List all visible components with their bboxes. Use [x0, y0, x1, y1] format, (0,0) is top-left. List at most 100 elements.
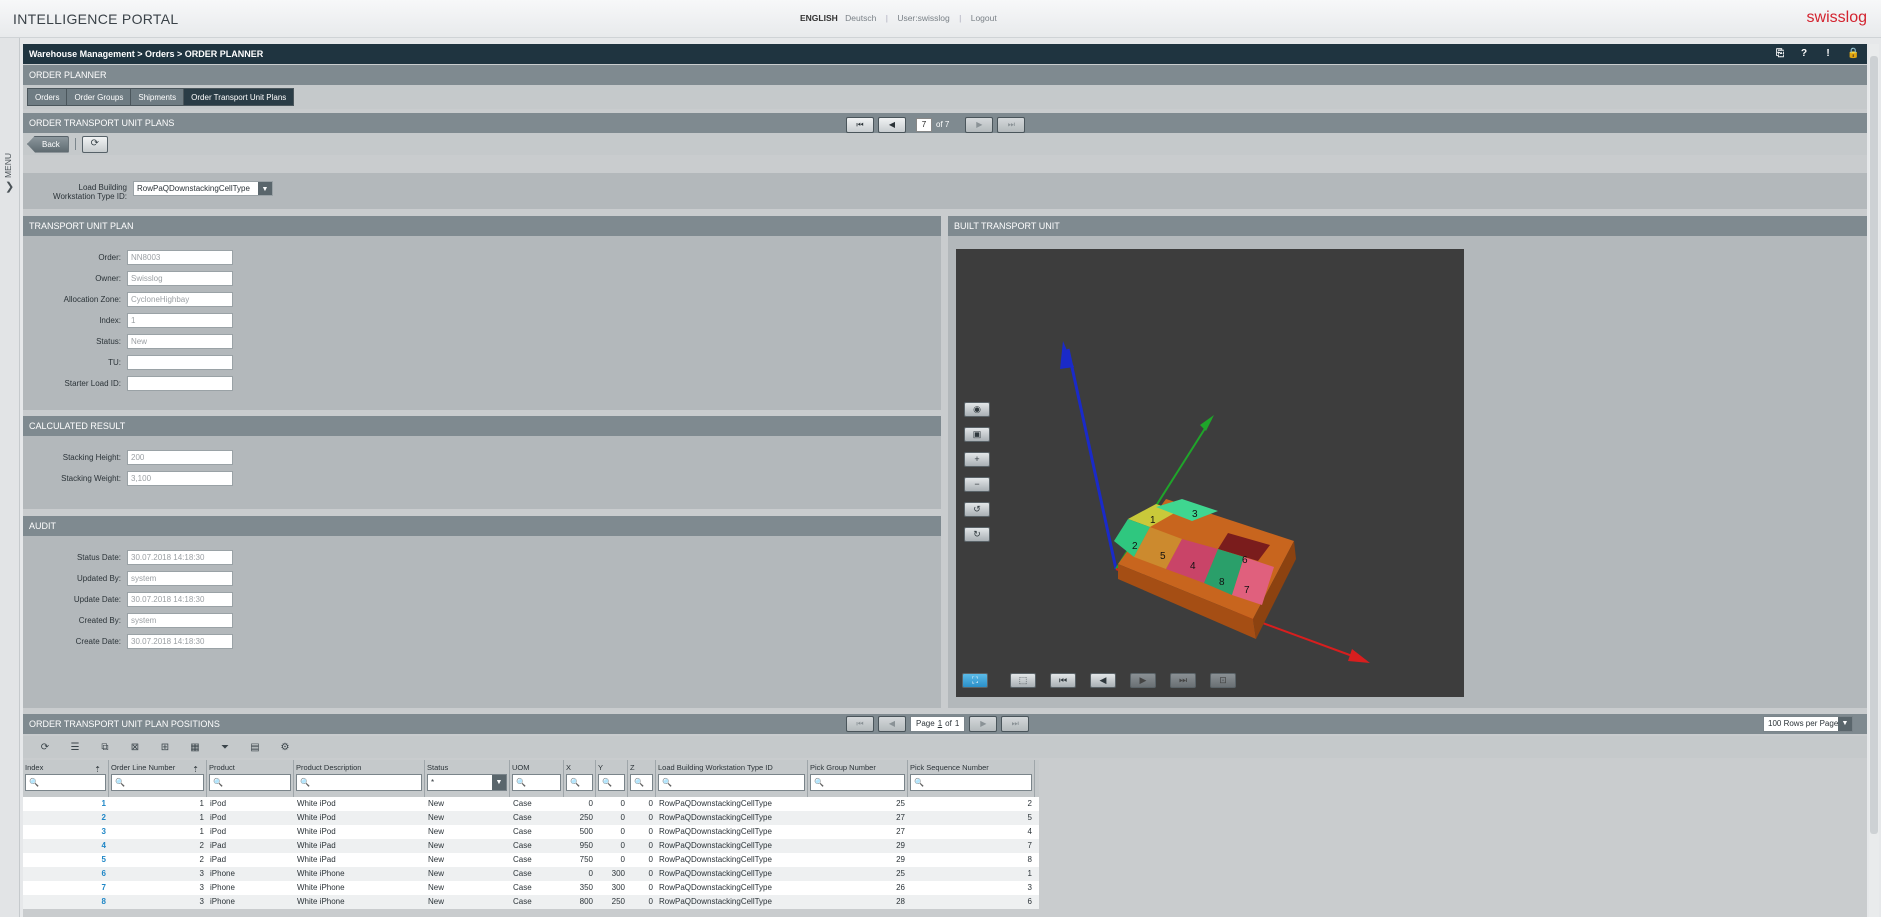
- table-cell[interactable]: 3: [23, 825, 109, 839]
- grid-last-button[interactable]: ⏭: [1001, 716, 1030, 732]
- rows-per-page-select[interactable]: 100 Rows per Page ▼: [1763, 716, 1853, 732]
- table-cell[interactable]: 5: [23, 853, 109, 867]
- col-status[interactable]: Status * ▼: [425, 760, 510, 797]
- owner-field[interactable]: Swisslog: [127, 271, 233, 286]
- col-y[interactable]: Y 🔍: [596, 760, 628, 797]
- col-product[interactable]: Product 🔍: [207, 760, 294, 797]
- filter-z[interactable]: 🔍: [630, 774, 653, 791]
- col-x[interactable]: X 🔍: [564, 760, 596, 797]
- breadcrumb-path[interactable]: Warehouse Management > Orders >: [29, 49, 185, 59]
- logout-link[interactable]: Logout: [971, 13, 997, 23]
- table-row[interactable]: 4 2 iPad White iPad New Case 950 0 0 RowPaQDownst…: [23, 839, 1039, 853]
- table-row[interactable]: 3 1 iPod White iPod New Case 500 0 0 RowPaQDownst…: [23, 825, 1039, 839]
- table-cell[interactable]: 6: [23, 867, 109, 881]
- frame-icon[interactable]: ⬚: [1010, 673, 1036, 688]
- filter-pick-sequence-number[interactable]: 🔍: [910, 774, 1032, 791]
- filter-product[interactable]: 🔍: [209, 774, 291, 791]
- first-record-button[interactable]: ⏮: [846, 117, 874, 133]
- export-icon[interactable]: ⊡: [1210, 673, 1236, 688]
- page-scrollbar[interactable]: [1869, 44, 1879, 917]
- export-csv-icon[interactable]: ⊞: [157, 742, 173, 753]
- updated-by-field[interactable]: system: [127, 571, 233, 586]
- screen-icon[interactable]: ▣: [964, 427, 990, 442]
- tab-shipments[interactable]: Shipments: [130, 88, 184, 106]
- bookmark-icon[interactable]: ⎘: [1775, 44, 1785, 64]
- order-field[interactable]: NN8003: [127, 250, 233, 265]
- scrollbar-thumb[interactable]: [1870, 56, 1878, 834]
- table-row[interactable]: 8 3 iPhone White iPhone New Case 800 250 0 RowPaQ…: [23, 895, 1039, 909]
- edit-columns-icon[interactable]: ☰: [67, 742, 83, 753]
- filter-index[interactable]: 🔍 ⇡: [25, 765, 106, 791]
- tu-field[interactable]: [127, 355, 233, 370]
- filter-uom[interactable]: 🔍: [512, 774, 561, 791]
- step-forward-icon[interactable]: ▶: [1130, 673, 1156, 688]
- filter-status[interactable]: * ▼: [427, 774, 507, 791]
- update-date-field[interactable]: 30.07.2018 14:18:30: [127, 592, 233, 607]
- filter-workstation-type[interactable]: 🔍: [658, 774, 805, 791]
- stacking-height-field[interactable]: 200: [127, 450, 233, 465]
- chevron-down-icon[interactable]: ▼: [258, 182, 272, 195]
- col-uom[interactable]: UOM 🔍: [510, 760, 564, 797]
- filter-icon[interactable]: ⏷: [217, 742, 233, 753]
- fit-view-icon[interactable]: ⛶: [962, 673, 988, 688]
- grid-next-button[interactable]: ▶: [969, 716, 998, 732]
- table-cell[interactable]: 7: [23, 881, 109, 895]
- col-pick-sequence-number[interactable]: Pick Sequence Number 🔍: [908, 760, 1035, 797]
- tab-orders[interactable]: Orders: [27, 88, 67, 106]
- col-product-description[interactable]: Product Description 🔍: [294, 760, 425, 797]
- table-row[interactable]: 7 3 iPhone White iPhone New Case 350 300 0 RowPaQ…: [23, 881, 1039, 895]
- step-first-icon[interactable]: ⏮: [1050, 673, 1076, 688]
- last-record-button[interactable]: ⏭: [997, 117, 1026, 133]
- stacking-weight-field[interactable]: 3,100: [127, 471, 233, 486]
- column-chooser-icon[interactable]: ▦: [187, 742, 203, 753]
- filter-y[interactable]: 🔍: [598, 774, 625, 791]
- table-row[interactable]: 6 3 iPhone White iPhone New Case 0 300 0 RowPaQDo…: [23, 867, 1039, 881]
- sort-icon[interactable]: ⇡: [94, 762, 101, 777]
- help-icon[interactable]: ?: [1799, 44, 1809, 64]
- col-index[interactable]: Index 🔍 ⇡: [23, 760, 109, 797]
- export-excel-icon[interactable]: ⊠: [127, 742, 143, 753]
- chevron-right-icon[interactable]: ❯: [5, 180, 14, 193]
- created-by-field[interactable]: system: [127, 613, 233, 628]
- lang-deutsch[interactable]: Deutsch: [845, 13, 876, 23]
- step-back-icon[interactable]: ◀: [1090, 673, 1116, 688]
- tab-order-groups[interactable]: Order Groups: [66, 88, 131, 106]
- chevron-down-icon[interactable]: ▼: [1838, 717, 1852, 731]
- filter-x[interactable]: 🔍: [566, 774, 593, 791]
- col-load-building-workstation-type-id[interactable]: Load Building Workstation Type ID 🔍: [656, 760, 808, 797]
- table-settings-icon[interactable]: ▤: [247, 742, 263, 753]
- chevron-down-icon[interactable]: ▼: [492, 775, 506, 790]
- clear-filter-icon[interactable]: ⚙: [277, 742, 293, 753]
- next-record-button[interactable]: ▶: [965, 117, 994, 133]
- grid-first-button[interactable]: ⏮: [846, 716, 874, 732]
- filter-product-description[interactable]: 🔍: [296, 774, 422, 791]
- back-button[interactable]: Back: [27, 135, 69, 153]
- zoom-in-icon[interactable]: +: [964, 452, 990, 467]
- sort-icon[interactable]: ⇡: [192, 762, 199, 777]
- col-pick-group-number[interactable]: Pick Group Number 🔍: [808, 760, 908, 797]
- lock-icon[interactable]: 🔒: [1847, 44, 1859, 64]
- table-row[interactable]: 1 1 iPod White iPod New Case 0 0 0 RowPaQDownstac…: [23, 797, 1039, 811]
- table-cell[interactable]: 8: [23, 895, 109, 909]
- filter-order-line-number[interactable]: 🔍 ⇡: [111, 765, 204, 791]
- alert-icon[interactable]: !: [1823, 44, 1833, 64]
- 3d-viewer[interactable]: 1 2 3 4 5 6 7 8 ◉ ▣ + − ↺ ↻ ⛶ ⬚ ⏮ ◀ ▶ ⏭ …: [956, 249, 1464, 697]
- table-row[interactable]: 2 1 iPod White iPod New Case 250 0 0 RowPaQDownst…: [23, 811, 1039, 825]
- index-field[interactable]: 1: [127, 313, 233, 328]
- user-link[interactable]: User:swisslog: [897, 13, 949, 23]
- table-row[interactable]: 5 2 iPad White iPad New Case 750 0 0 RowPaQDownst…: [23, 853, 1039, 867]
- refresh-icon[interactable]: ⟳: [81, 135, 108, 153]
- create-date-field[interactable]: 30.07.2018 14:18:30: [127, 634, 233, 649]
- table-cell[interactable]: 4: [23, 839, 109, 853]
- prev-record-button[interactable]: ◀: [878, 117, 906, 133]
- table-cell[interactable]: 2: [23, 811, 109, 825]
- rotate-right-icon[interactable]: ↻: [964, 527, 990, 542]
- table-cell[interactable]: 1: [23, 797, 109, 811]
- workstation-select[interactable]: RowPaQDownstackingCellType ▼: [133, 181, 273, 196]
- allocation-zone-field[interactable]: CycloneHighbay: [127, 292, 233, 307]
- tab-order-transport-unit-plans[interactable]: Order Transport Unit Plans: [183, 88, 295, 106]
- zoom-out-icon[interactable]: −: [964, 477, 990, 492]
- rotate-left-icon[interactable]: ↺: [964, 502, 990, 517]
- side-menu-toggle[interactable]: MENU ❯: [0, 38, 20, 917]
- starter-load-id-field[interactable]: [127, 376, 233, 391]
